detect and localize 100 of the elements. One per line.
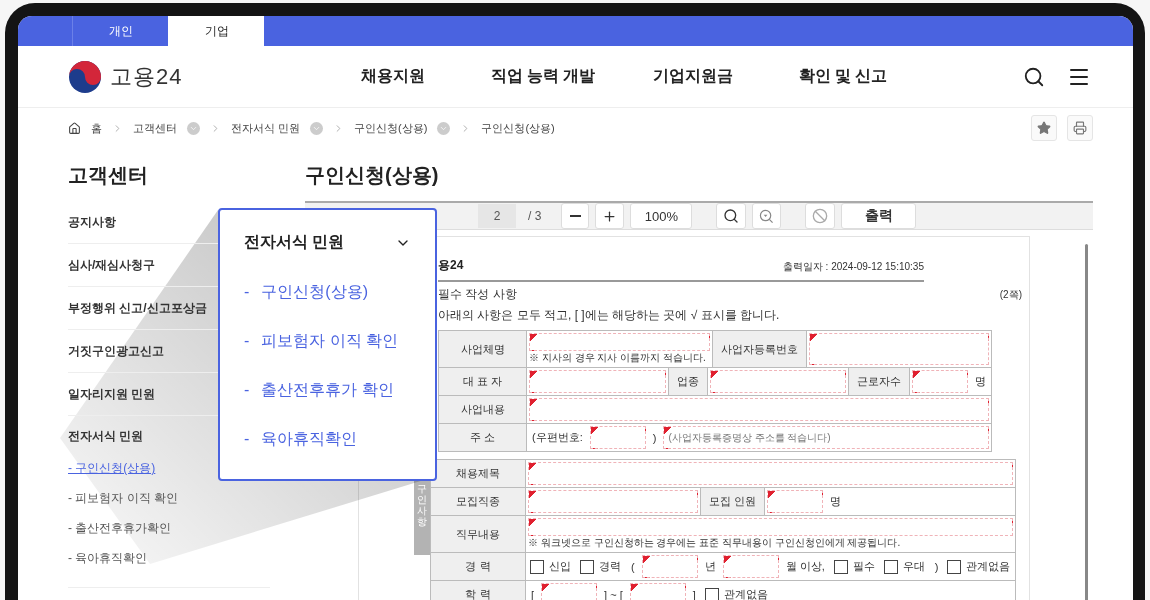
input-field[interactable]: [629, 583, 686, 600]
row-label: 주 소: [439, 424, 527, 451]
input-field[interactable]: [641, 555, 698, 578]
menu-link[interactable]: - 육아휴직확인: [244, 414, 411, 463]
search-button[interactable]: [716, 203, 747, 229]
breadcrumb-link[interactable]: 구인신청(상용): [481, 120, 555, 136]
input-field[interactable]: [528, 490, 698, 513]
logo-text: 고용24: [110, 62, 183, 91]
cell-text: ] ~ [: [603, 587, 624, 600]
checkbox[interactable]: [947, 559, 962, 574]
sidebar-subitem[interactable]: - 육아휴직확인: [68, 543, 270, 573]
input-field[interactable]: [528, 518, 1014, 536]
row-label: 사업내용: [439, 396, 527, 423]
checkbox[interactable]: [883, 559, 898, 574]
search-icon: [1023, 65, 1045, 88]
print-button[interactable]: 출력: [841, 203, 917, 229]
magnifier-icon: [759, 208, 775, 224]
input-field[interactable]: (사업자등록증명상 주소를 적습니다): [663, 426, 989, 449]
row-label: 대 표 자: [439, 368, 527, 395]
checkbox-label: 관계없음: [965, 559, 1012, 574]
menu-title: 전자서식 민원: [244, 232, 345, 252]
row-label: 모집직종: [431, 488, 526, 515]
menu-link[interactable]: - 구인신청(상용): [244, 267, 411, 316]
sidebar-title: 고객센터: [68, 163, 149, 188]
checkbox[interactable]: [833, 559, 848, 574]
plus-icon: [602, 208, 618, 224]
minus-icon: [569, 215, 581, 217]
favorite-button[interactable]: [1031, 115, 1057, 141]
emblem-icon: [68, 59, 102, 94]
nav-link[interactable]: 확인 및 신고: [768, 66, 918, 87]
breadcrumb-link[interactable]: 고객센터: [133, 120, 177, 136]
cell-text: 명: [974, 374, 987, 389]
field-note: ※ 지사의 경우 지사 이름까지 적습니다.: [529, 351, 707, 365]
row-label: 경 력: [431, 553, 526, 580]
cell-text: ]: [691, 587, 697, 600]
row-label: 모집 인원: [699, 488, 765, 515]
sidebar-subitem[interactable]: - 피보험자 이직 확인: [68, 483, 270, 513]
input-field[interactable]: [808, 333, 989, 365]
checkbox[interactable]: [580, 559, 594, 574]
page-field[interactable]: 2: [478, 204, 516, 228]
input-field[interactable]: [529, 370, 666, 393]
input-field[interactable]: [722, 555, 779, 578]
checkbox[interactable]: [704, 587, 719, 600]
checkbox-label: 경력: [598, 559, 622, 574]
checkbox-label: 신입: [548, 559, 572, 574]
nav-link[interactable]: 직업 능력 개발: [468, 66, 618, 87]
cell-text: (우편번호:: [531, 430, 584, 445]
input-field[interactable]: [541, 583, 598, 600]
breadcrumb-link[interactable]: 홈: [91, 120, 102, 136]
cell-text: 월 이상,: [784, 559, 826, 574]
row-label: 직무내용: [431, 516, 526, 552]
input-field[interactable]: [529, 398, 989, 421]
ban-icon: [812, 208, 829, 224]
cell-text: (: [630, 559, 636, 575]
input-field[interactable]: [529, 333, 710, 351]
menu-link[interactable]: - 피보험자 이직 확인: [244, 316, 411, 365]
search-icon: [723, 208, 740, 224]
row-label: 사업자등록번호: [711, 331, 807, 367]
page-note: (2쪽): [999, 287, 1022, 302]
instruction-text: 아래의 사항은 모두 적고, [ ]에는 해당하는 곳에 √ 표시를 합니다.: [438, 307, 780, 324]
breadcrumb-link[interactable]: 구인신청(상용): [354, 120, 428, 136]
zoom-in-button[interactable]: [595, 203, 625, 229]
row-label: 채용제목: [431, 460, 526, 487]
home-icon: [68, 121, 81, 135]
checkbox[interactable]: [530, 559, 544, 574]
row-label: 근로자수: [848, 368, 910, 395]
checkbox-label: 관계없음: [722, 587, 769, 600]
zoom-out-button[interactable]: [561, 203, 590, 229]
checkbox-label: 우대: [901, 559, 926, 574]
field-note: ※ 워크넷으로 구인신청하는 경우에는 표준 직무내용이 구인신청인에게 제공됩니다.: [528, 536, 902, 550]
section-heading: 필수 작성 사항: [438, 286, 517, 303]
input-field[interactable]: [912, 370, 968, 393]
breadcrumb-link[interactable]: 전자서식 민원: [231, 120, 301, 136]
cell-text: 년: [703, 559, 717, 574]
input-field[interactable]: [528, 462, 1014, 485]
input-field[interactable]: [766, 490, 823, 513]
zoom-menu-button[interactable]: [752, 203, 782, 229]
input-field[interactable]: [709, 370, 846, 393]
row-label: 학 력: [431, 581, 526, 600]
cell-text: ): [933, 559, 940, 575]
page-total: / 3: [528, 209, 542, 223]
printer-icon: [1073, 121, 1087, 135]
printed-date: 출력일자 : 2024-09-12 15:10:35: [782, 260, 924, 274]
cell-text: [: [530, 587, 536, 600]
input-field[interactable]: [589, 426, 646, 449]
checkbox-label: 필수: [851, 559, 876, 574]
menu-link[interactable]: - 출산전후휴가 확인: [244, 365, 411, 414]
cell-text: ): [651, 430, 658, 446]
scrollbar[interactable]: [1085, 244, 1088, 600]
nav-link[interactable]: 채용지원: [318, 66, 468, 87]
row-label: 업종: [667, 368, 708, 395]
star-icon: [1037, 121, 1051, 135]
page-title: 구인신청(상용): [305, 163, 440, 188]
print-button[interactable]: [1067, 115, 1093, 141]
row-label: 사업체명: [439, 331, 527, 367]
cell-text: 명: [828, 494, 842, 509]
nav-link[interactable]: 기업지원금: [618, 66, 768, 87]
top-tab[interactable]: 기업: [168, 16, 264, 46]
zoom-select[interactable]: 100%: [630, 203, 693, 229]
sidebar-subitem[interactable]: - 출산전후휴가확인: [68, 513, 270, 543]
